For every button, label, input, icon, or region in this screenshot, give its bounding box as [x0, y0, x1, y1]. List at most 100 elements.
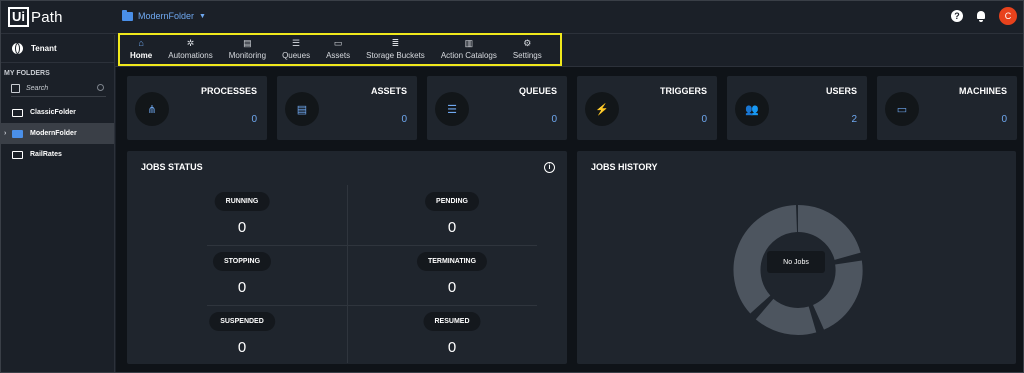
- status-count: 0: [237, 219, 247, 236]
- my-folders-heading: MY FOLDERS: [4, 70, 50, 77]
- status-running[interactable]: RUNNING 0: [137, 185, 347, 245]
- info-icon[interactable]: i: [544, 162, 555, 173]
- status-resumed[interactable]: RESUMED 0: [347, 305, 557, 365]
- summary-card-users[interactable]: 👥 USERS 2: [727, 76, 867, 140]
- help-icon[interactable]: ?: [951, 10, 963, 22]
- tab-queues[interactable]: ☰ Queues: [274, 35, 318, 64]
- tab-label: Automations: [168, 51, 213, 60]
- status-stopping[interactable]: STOPPING 0: [137, 245, 347, 305]
- user-avatar[interactable]: C: [999, 7, 1017, 25]
- tab-label: Queues: [282, 51, 311, 60]
- globe-icon: [12, 43, 23, 54]
- home-dashboard: ⋔ PROCESSES 0 ▤ ASSETS 0 ☰ QUEUES 0 ⚡ TR…: [116, 67, 1023, 372]
- chevron-down-icon: ▼: [199, 12, 206, 20]
- no-jobs-label: No Jobs: [767, 251, 825, 273]
- notifications-bell-icon[interactable]: [975, 10, 987, 22]
- assets-icon: ▭: [333, 38, 343, 48]
- status-suspended[interactable]: SUSPENDED 0: [137, 305, 347, 365]
- current-folder-label: ModernFolder: [138, 11, 195, 21]
- main-nav-tabs: ⌂ Home ✲ Automations ▤ Monitoring ☰ Queu…: [118, 33, 562, 66]
- tab-monitoring[interactable]: ▤ Monitoring: [221, 35, 274, 64]
- triggers-icon: ⚡: [585, 92, 619, 126]
- tab-settings[interactable]: ⚙ Settings: [505, 35, 550, 64]
- tab-label: Settings: [512, 51, 542, 60]
- status-label: RUNNING: [214, 192, 270, 211]
- tab-action-catalogs[interactable]: ▥ Action Catalogs: [433, 35, 505, 64]
- top-right-actions: ? C: [951, 7, 1017, 25]
- folder-search-input[interactable]: Search: [11, 81, 106, 97]
- folder-icon: [12, 129, 23, 138]
- top-bar: Ui Path ModernFolder ▼ ? C: [1, 1, 1023, 34]
- tab-label: Assets: [326, 51, 351, 60]
- uipath-logo[interactable]: Ui Path: [8, 7, 63, 27]
- action-catalogs-icon: ▥: [464, 38, 474, 48]
- folder-icon: [12, 108, 23, 117]
- tab-storage-buckets[interactable]: ≣ Storage Buckets: [358, 35, 433, 64]
- tab-assets[interactable]: ▭ Assets: [318, 35, 358, 64]
- status-terminating[interactable]: TERMINATING 0: [347, 245, 557, 305]
- jobs-history-panel: JOBS HISTORY No Jobs: [577, 151, 1016, 364]
- chevron-right-icon[interactable]: ›: [4, 130, 6, 137]
- folder-label: ModernFolder: [30, 130, 77, 137]
- card-title: USERS: [825, 86, 857, 96]
- automations-icon: ✲: [186, 38, 195, 48]
- status-count: 0: [447, 219, 457, 236]
- card-value: 0: [1001, 114, 1007, 125]
- summary-card-processes[interactable]: ⋔ PROCESSES 0: [127, 76, 267, 140]
- logo-box: Ui: [8, 7, 29, 27]
- status-count: 0: [237, 279, 247, 296]
- sidebar-item-classicfolder[interactable]: ClassicFolder: [1, 102, 114, 123]
- summary-card-triggers[interactable]: ⚡ TRIGGERS 0: [577, 76, 717, 140]
- logo-text: Path: [31, 8, 63, 26]
- folder-label: ClassicFolder: [30, 109, 76, 116]
- card-value: 0: [701, 114, 707, 125]
- sidebar-item-modernfolder[interactable]: › ModernFolder: [1, 123, 114, 144]
- folder-selector[interactable]: ModernFolder ▼: [122, 9, 206, 21]
- status-count: 0: [237, 339, 247, 356]
- jobs-status-grid: RUNNING 0 PENDING 0 STOPPING 0 TERMINATI…: [137, 185, 557, 365]
- folder-label: RailRates: [30, 151, 62, 158]
- card-title: TRIGGERS: [659, 86, 707, 96]
- card-title: MACHINES: [958, 86, 1007, 96]
- card-value: 0: [551, 114, 557, 125]
- folder-icon: [122, 9, 133, 21]
- assets-icon: ▤: [285, 92, 319, 126]
- summary-card-assets[interactable]: ▤ ASSETS 0: [277, 76, 417, 140]
- status-label: TERMINATING: [416, 252, 488, 271]
- donut-segment: [755, 298, 817, 335]
- status-count: 0: [447, 279, 457, 296]
- card-value: 0: [401, 114, 407, 125]
- tenant-item[interactable]: Tenant: [1, 35, 114, 63]
- summary-card-machines[interactable]: ▭ MACHINES 0: [877, 76, 1017, 140]
- storage-buckets-icon: ≣: [391, 38, 400, 48]
- status-label: RESUMED: [423, 312, 481, 331]
- tenant-label: Tenant: [31, 44, 57, 53]
- settings-icon: ⚙: [523, 38, 532, 48]
- card-title: ASSETS: [370, 86, 407, 96]
- status-count: 0: [447, 339, 457, 356]
- tab-label: Storage Buckets: [366, 51, 425, 60]
- tab-label: Action Catalogs: [440, 51, 497, 60]
- status-label: SUSPENDED: [209, 312, 275, 331]
- sidebar-item-railrates[interactable]: RailRates: [1, 144, 114, 165]
- card-value: 2: [851, 114, 857, 125]
- home-icon: ⌂: [138, 38, 144, 48]
- search-placeholder: Search: [26, 85, 49, 92]
- jobs-status-title: JOBS STATUS: [141, 162, 203, 172]
- tab-automations[interactable]: ✲ Automations: [160, 35, 220, 64]
- status-label: STOPPING: [212, 252, 272, 271]
- card-title: QUEUES: [518, 86, 557, 96]
- folder-sidebar: Tenant MY FOLDERS Search ClassicFolder ›…: [1, 35, 115, 372]
- tab-home[interactable]: ⌂ Home: [122, 35, 160, 64]
- queues-icon: ☰: [292, 38, 301, 48]
- queues-icon: ☰: [435, 92, 469, 126]
- summary-card-queues[interactable]: ☰ QUEUES 0: [427, 76, 567, 140]
- folder-icon: [12, 150, 23, 159]
- card-title: PROCESSES: [200, 86, 257, 96]
- machines-icon: ▭: [885, 92, 919, 126]
- folder-tree-toggle-icon[interactable]: [11, 84, 20, 93]
- status-pending[interactable]: PENDING 0: [347, 185, 557, 245]
- status-label: PENDING: [425, 192, 479, 211]
- search-icon: [97, 84, 104, 91]
- jobs-history-title: JOBS HISTORY: [591, 162, 658, 172]
